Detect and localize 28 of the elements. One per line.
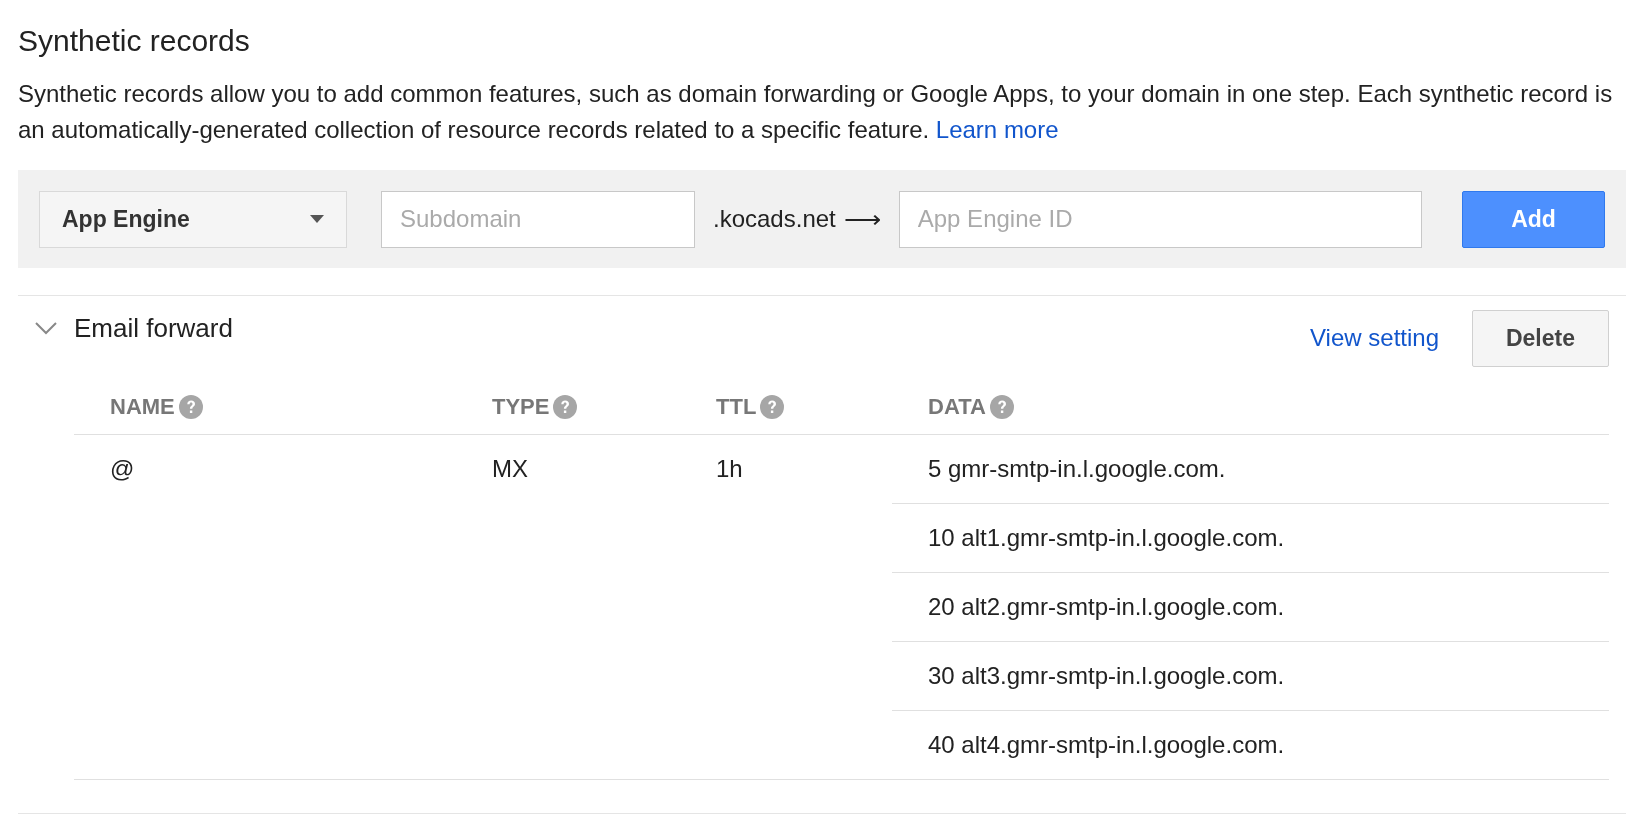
help-icon — [989, 395, 1014, 419]
column-header: DATA — [928, 394, 986, 420]
app-engine-id-field[interactable]: App Engine ID — [898, 190, 1422, 248]
table-cell: @ — [110, 455, 135, 483]
record-title: Email forward — [74, 312, 233, 344]
page-title: Synthetic records — [18, 23, 251, 59]
table-cell: 10 alt1.gmr-smtp-in.l.google.com. — [928, 524, 1285, 552]
description: Synthetic records allow you to add common features, such as domain forwarding or Google Apps, to your domain in one step. Each synthetic record is an automatically-generated collection of resource records related to a specific feature. Learn more — [18, 79, 1614, 145]
help-icon — [178, 395, 203, 419]
type-dropdown[interactable]: App Engine — [39, 190, 347, 248]
learn-more-link[interactable]: Learn more — [935, 116, 1059, 143]
table-cell: 30 alt3.gmr-smtp-in.l.google.com. — [928, 662, 1285, 690]
delete-button[interactable]: Delete — [1472, 309, 1609, 367]
arrow-icon: ⟶ — [843, 203, 881, 235]
table-cell: 40 alt4.gmr-smtp-in.l.google.com. — [928, 731, 1285, 759]
domain-suffix: .kocads.net — [713, 205, 836, 233]
caret-icon — [310, 215, 324, 223]
table-cell: 20 alt2.gmr-smtp-in.l.google.com. — [928, 593, 1285, 621]
column-header: TYPE — [492, 394, 550, 420]
table-cell: MX — [492, 455, 528, 483]
subdomain-field[interactable]: Subdomain — [381, 190, 695, 248]
view-setting-link[interactable]: View setting — [1310, 324, 1439, 352]
help-icon — [553, 395, 578, 419]
column-header: NAME — [110, 394, 175, 420]
table-cell: 1h — [716, 455, 743, 483]
table-cell: 5 gmr-smtp-in.l.google.com. — [928, 455, 1226, 483]
column-header: TTL — [716, 394, 757, 420]
help-icon — [760, 395, 785, 419]
